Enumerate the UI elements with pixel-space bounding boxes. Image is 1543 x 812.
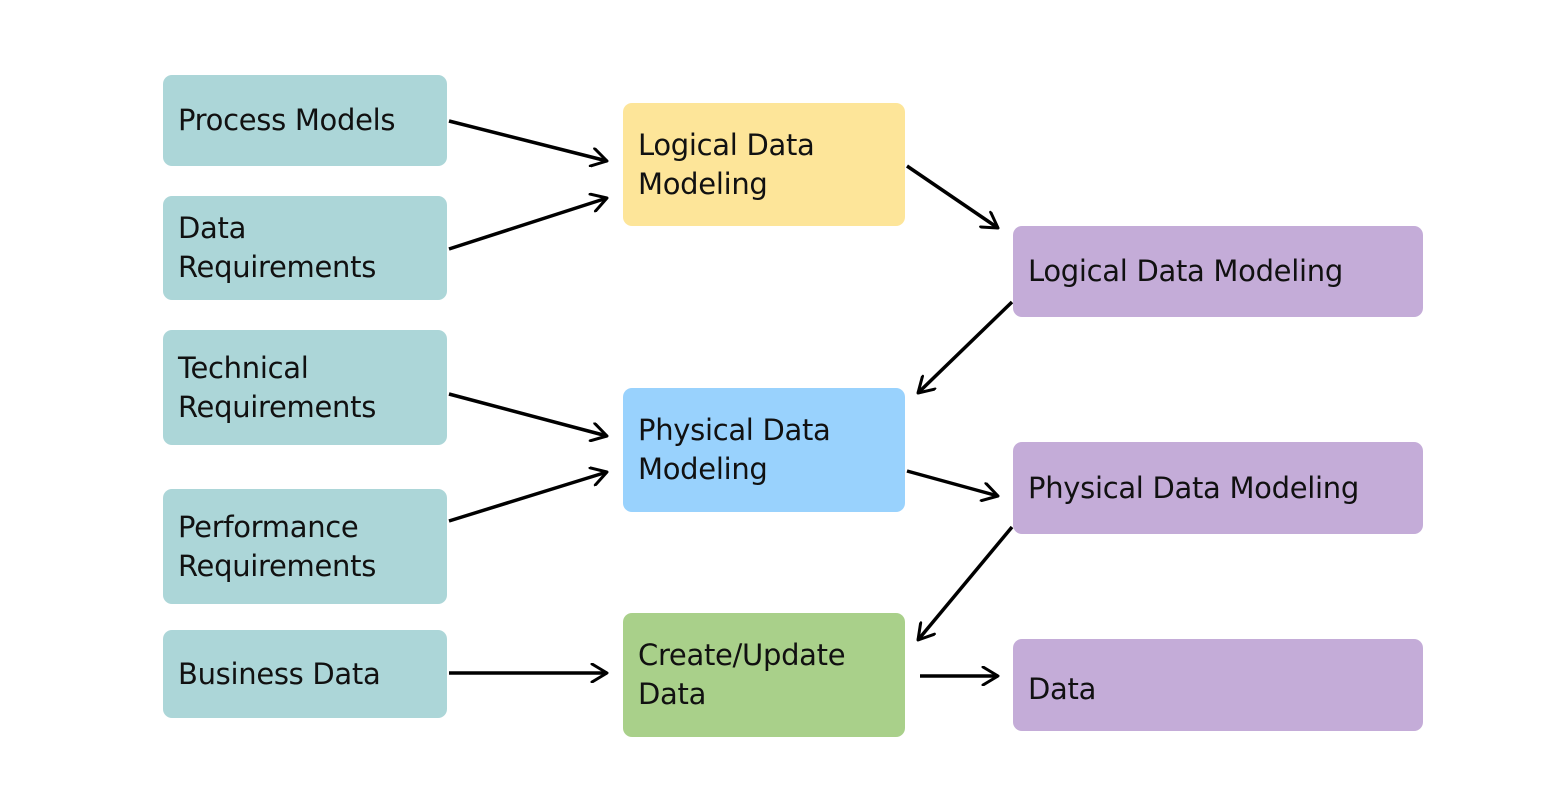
edge-logical-to-logical-output [906,164,998,228]
process-create-update-data-label: Create/Update Data [638,638,846,711]
process-physical-data-modeling: Physical Data Modeling [623,388,905,512]
output-physical-data-modeling-label: Physical Data Modeling [1028,470,1359,505]
edge-logical-output-to-physical [918,300,1014,393]
edge-performance-to-physical [448,472,607,523]
process-physical-data-modeling-label: Physical Data Modeling [638,413,831,486]
input-process-models: Process Models [163,75,447,166]
process-create-update-data: Create/Update Data [623,613,905,737]
output-logical-data-modeling-label: Logical Data Modeling [1028,254,1343,288]
output-physical-data-modeling: Physical Data Modeling [1013,442,1423,534]
input-data-requirements-label: Data Requirements [178,211,377,284]
input-technical-requirements: Technical Requirements [163,330,447,445]
output-logical-data-modeling: Logical Data Modeling [1013,226,1423,317]
input-business-data-label: Business Data [178,656,381,691]
input-business-data: Business Data [163,630,447,718]
input-technical-requirements-label: Technical Requirements [178,350,377,424]
process-logical-data-modeling-label: Logical Data Modeling [638,127,815,201]
edge-data-requirements-to-logical [448,198,607,251]
process-logical-data-modeling: Logical Data Modeling [623,103,905,226]
input-data-requirements: Data Requirements [163,196,447,300]
input-performance-requirements: Performance Requirements [163,489,447,604]
output-data-label: Data [1028,671,1097,706]
edge-physical-output-to-create [918,525,1014,640]
edge-process-models-to-logical [448,119,607,161]
output-data: Data [1013,639,1423,731]
input-process-models-label: Process Models [178,103,396,137]
edge-physical-to-physical-output [906,469,998,496]
input-performance-requirements-label: Performance Requirements [178,509,377,583]
edge-technical-to-physical [448,392,607,436]
